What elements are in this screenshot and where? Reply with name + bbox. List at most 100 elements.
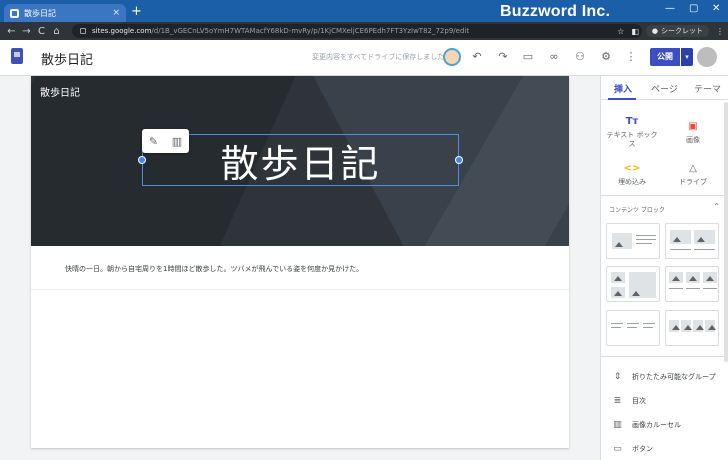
close-window-button[interactable]: ✕ xyxy=(712,3,720,14)
redo-icon[interactable]: ↷ xyxy=(495,49,511,65)
content-blocks-title: コンテンツ ブロック xyxy=(609,207,665,214)
layout-text-line xyxy=(636,243,652,244)
insert-table-of-contents[interactable]: ≣ 目次 xyxy=(612,396,646,406)
body-paragraph[interactable]: 快晴の一日。朝から自宅周りを1時間ほど散歩した。ツバメが飛んでいる姿を何度か見か… xyxy=(65,264,363,274)
minimize-button[interactable]: — xyxy=(665,3,675,14)
back-button[interactable]: ← xyxy=(4,26,19,37)
header-banner[interactable]: 散歩日記 散歩日記 ✎ ▥ xyxy=(31,76,569,246)
layout-image-placeholder xyxy=(669,272,683,283)
drive-icon: △ xyxy=(689,163,697,174)
undo-icon[interactable]: ↶ xyxy=(469,49,485,65)
browser-menu-icon[interactable]: ⋮ xyxy=(716,27,724,36)
image-icon: ▣ xyxy=(688,121,698,132)
panel-scrollbar[interactable] xyxy=(724,102,728,362)
page-title[interactable]: 散歩日記 xyxy=(220,133,380,188)
forward-button[interactable]: → xyxy=(19,26,34,37)
title-textbox[interactable]: 散歩日記 xyxy=(142,134,459,186)
share-icon[interactable]: ⚇ xyxy=(572,49,588,65)
publish-options-button[interactable]: ▾ xyxy=(681,48,693,66)
layout-image-placeholder xyxy=(703,272,717,283)
section-divider xyxy=(31,289,569,290)
layout-text-line xyxy=(627,323,639,324)
brand-watermark: Buzzword Inc. xyxy=(500,3,611,20)
layout-text-line xyxy=(611,323,623,324)
layout-text-line xyxy=(636,235,656,236)
site-name[interactable]: 散歩日記 xyxy=(41,49,93,68)
edit-icon[interactable]: ✎ xyxy=(149,135,158,148)
layout-image-placeholder xyxy=(611,287,625,298)
panel-divider xyxy=(601,195,728,196)
resize-handle-right[interactable] xyxy=(455,156,463,164)
layout-text-line xyxy=(611,327,621,328)
new-tab-button[interactable]: + xyxy=(131,5,142,18)
browser-tab[interactable]: 散歩日記 × xyxy=(4,4,126,22)
tab-pages[interactable]: ページ xyxy=(651,82,678,95)
publish-button[interactable]: 公開 xyxy=(650,48,680,66)
textbox-icon: Tт xyxy=(625,116,639,127)
list-item-label: 画像カルーセル xyxy=(632,421,681,429)
button-icon: ▭ xyxy=(613,444,622,454)
insert-embed-button[interactable]: <> 埋め込み xyxy=(603,162,661,187)
layout-image-placeholder xyxy=(629,272,656,298)
layout-image-placeholder xyxy=(693,320,704,332)
url-field[interactable]: sites.google.com /d/1B_vGECnLV5oYmH7WTAM… xyxy=(72,24,642,38)
insert-item-label: 埋め込み xyxy=(618,178,646,186)
insert-panel: 挿入 ページ テーマ Tт テキスト ボック ス ▣ 画像 <> 埋め込み △ … xyxy=(600,76,728,460)
layout-block[interactable] xyxy=(665,310,719,346)
browser-actions: ☆ ◧ ● シークレット ⋮ xyxy=(617,25,724,37)
reload-button[interactable]: C xyxy=(34,26,49,37)
editor-canvas: 散歩日記 散歩日記 ✎ ▥ 快晴の一日。朝から自宅周りを1時間ほど散歩した。ツバ… xyxy=(0,76,600,460)
layout-image-placeholder xyxy=(612,233,632,249)
tab-insert[interactable]: 挿入 xyxy=(614,82,632,95)
panel-divider xyxy=(601,356,728,357)
collaborator-avatar[interactable] xyxy=(443,48,461,66)
home-button[interactable]: ⌂ xyxy=(49,26,64,37)
layout-block[interactable] xyxy=(606,223,660,259)
insert-drive-button[interactable]: △ ドライブ xyxy=(664,162,722,187)
tab-close-icon[interactable]: × xyxy=(112,8,120,18)
list-item-label: 目次 xyxy=(632,397,646,405)
layout-block[interactable] xyxy=(606,310,660,346)
insert-image-button[interactable]: ▣ 画像 xyxy=(664,120,722,145)
link-icon[interactable]: ∞ xyxy=(546,49,562,65)
insert-item-label: ドライブ xyxy=(679,178,707,186)
settings-icon[interactable]: ⚙ xyxy=(598,49,614,65)
tab-themes[interactable]: テーマ xyxy=(694,82,721,95)
banner-site-name[interactable]: 散歩日記 xyxy=(40,84,80,99)
layout-image-placeholder xyxy=(705,320,716,332)
layout-image-placeholder xyxy=(669,320,680,332)
layout-text-line xyxy=(669,288,683,289)
layout-text-line xyxy=(643,323,655,324)
more-icon[interactable]: ⋮ xyxy=(623,49,639,65)
layout-block[interactable] xyxy=(606,266,660,302)
lock-icon xyxy=(80,28,86,34)
layout-text-line xyxy=(643,327,653,328)
incognito-icon: ● xyxy=(651,27,658,35)
collapsible-icon: ⇕ xyxy=(613,372,622,382)
layout-image-placeholder xyxy=(694,230,715,244)
maximize-button[interactable]: ▢ xyxy=(689,3,698,14)
resize-handle-left[interactable] xyxy=(138,156,146,164)
sites-logo-icon[interactable] xyxy=(11,48,23,64)
layout-image-placeholder xyxy=(686,272,700,283)
star-icon[interactable]: ☆ xyxy=(617,27,624,36)
layout-image-placeholder xyxy=(611,272,625,283)
delete-icon[interactable]: ▥ xyxy=(172,135,182,148)
url-path: /d/1B_vGECnLV5oYmH7WTAMacfY68kD-mvRy/p/1… xyxy=(151,27,470,35)
insert-collapsible-group[interactable]: ⇕ 折りたたみ可能なグループ xyxy=(612,372,716,382)
layout-image-placeholder xyxy=(670,230,691,244)
layout-block[interactable] xyxy=(665,266,719,302)
layout-text-line xyxy=(670,249,691,250)
insert-image-carousel[interactable]: ▥ 画像カルーセル xyxy=(612,420,681,430)
publish-button-group: 公開 ▾ xyxy=(650,48,693,66)
sidepanel-icon[interactable]: ◧ xyxy=(631,27,639,36)
incognito-badge[interactable]: ● シークレット xyxy=(645,25,709,37)
sites-favicon-icon xyxy=(10,8,19,18)
device-preview-icon[interactable]: ▭ xyxy=(520,49,536,65)
layout-block[interactable] xyxy=(665,223,719,259)
account-avatar[interactable] xyxy=(697,47,717,67)
chevron-up-icon[interactable]: ⌃ xyxy=(713,202,720,211)
insert-button[interactable]: ▭ ボタン xyxy=(612,444,653,454)
insert-textbox-button[interactable]: Tт テキスト ボック ス xyxy=(603,115,661,149)
panel-tabs: 挿入 ページ テーマ xyxy=(601,76,728,100)
